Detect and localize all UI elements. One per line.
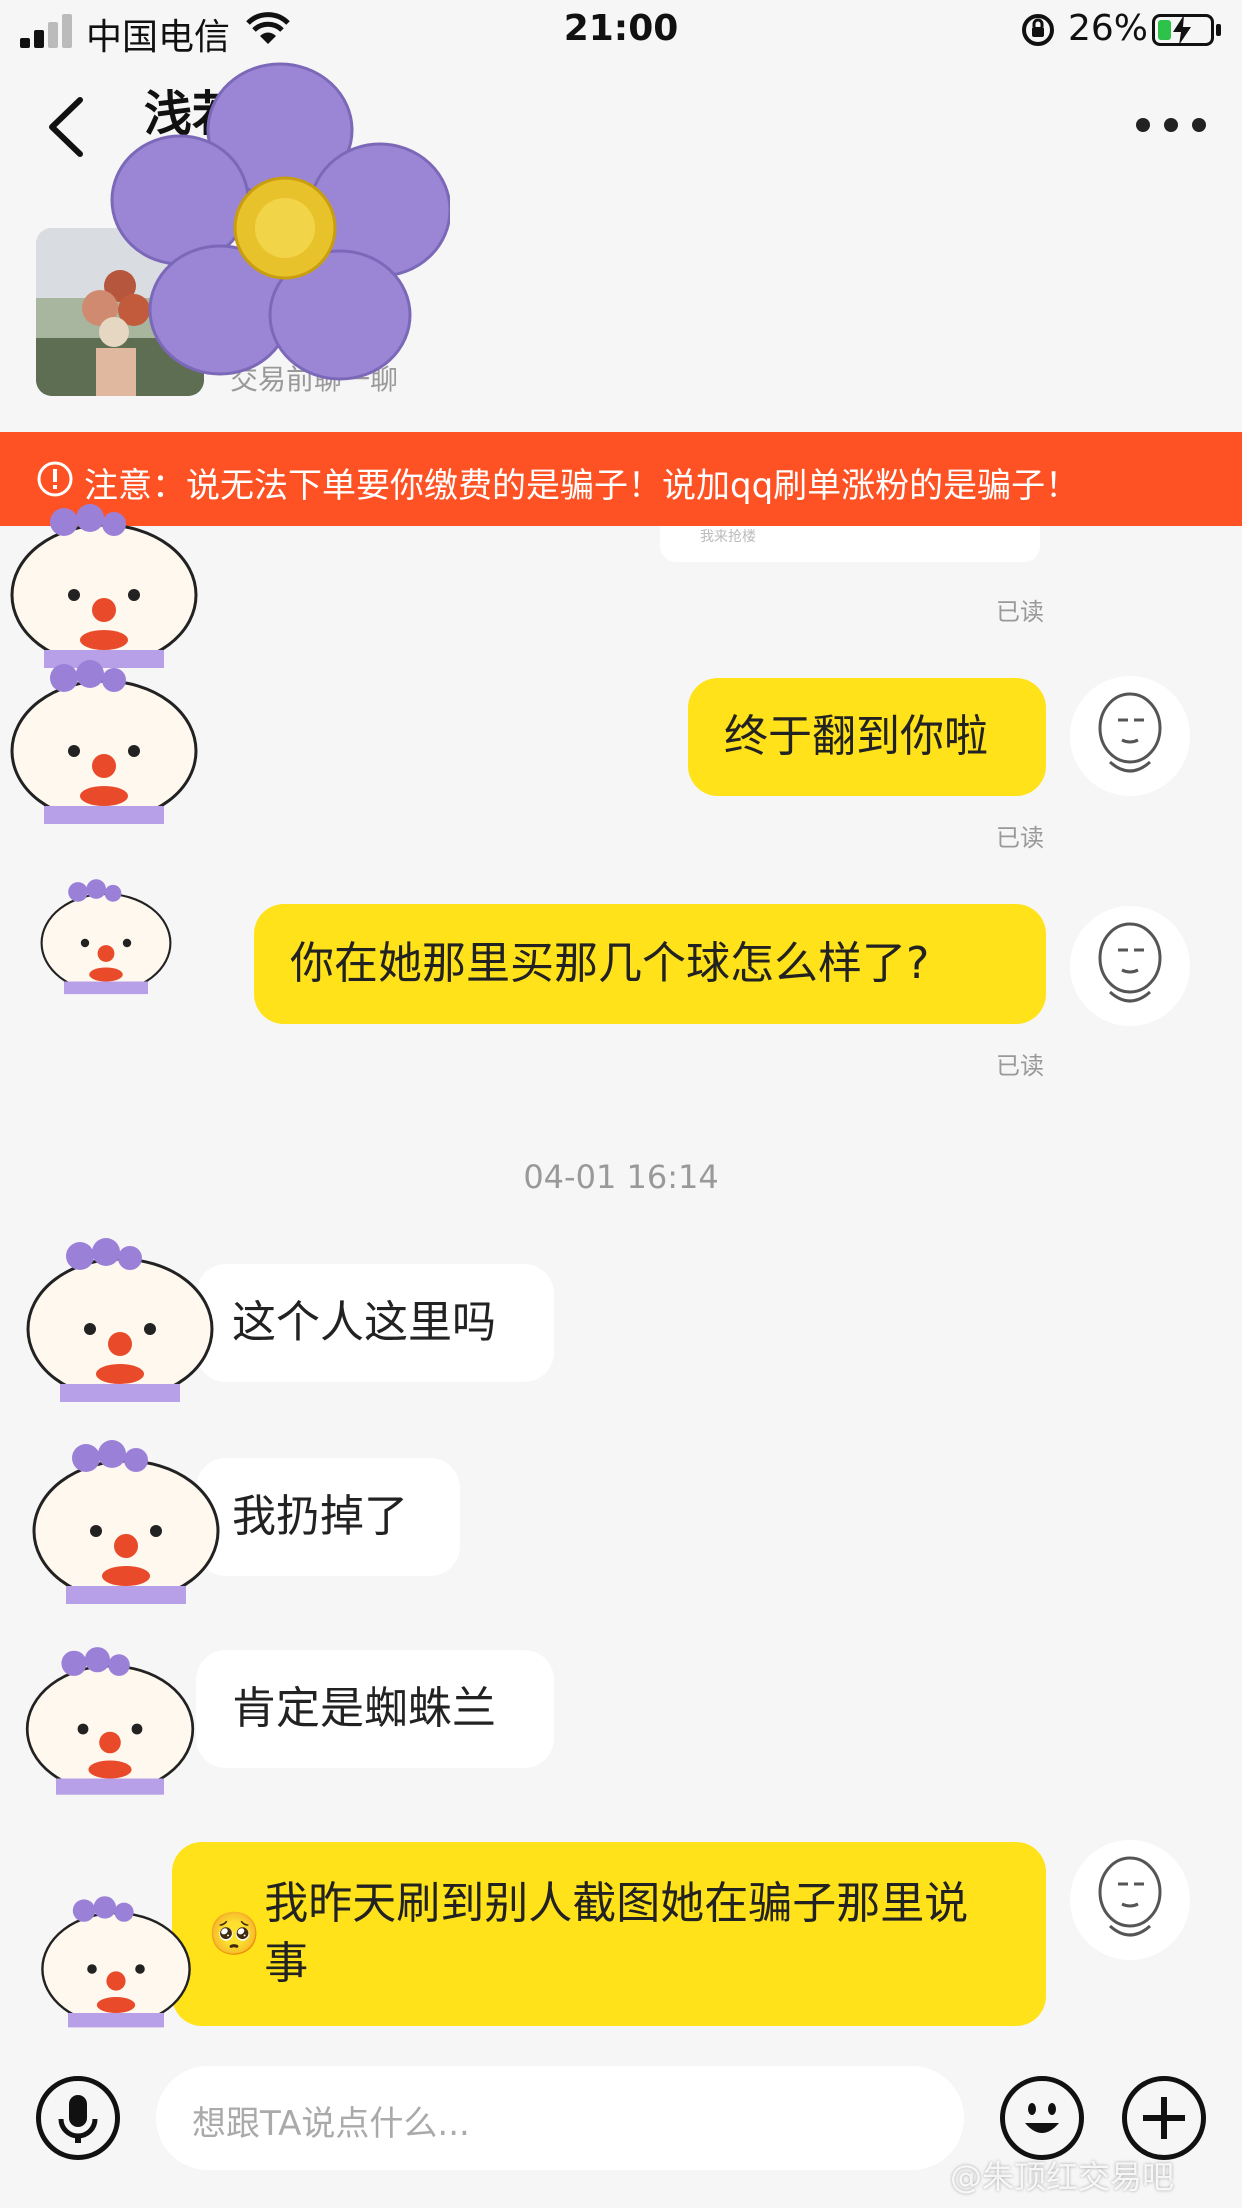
message-text: 我昨天刷到别人截图她在骗子那里说事 <box>264 1878 969 1989</box>
message-bubble-theirs[interactable]: 肯定是蜘蛛兰 <box>196 1650 554 1768</box>
orientation-lock-icon <box>1022 14 1054 46</box>
cat-sticker <box>32 1440 220 1604</box>
input-placeholder: 想跟TA说点什么... <box>192 2104 470 2144</box>
message-bubble-mine[interactable]: 你在她那里买那几个球怎么样了? <box>254 904 1046 1024</box>
battery-icon <box>1152 14 1214 46</box>
cat-sticker <box>25 1647 195 1795</box>
avatar[interactable] <box>1070 906 1190 1026</box>
message-bubble-mine[interactable]: 终于翻到你啦 <box>688 678 1046 796</box>
avatar[interactable] <box>1070 676 1190 796</box>
message-emoji: 🥺 <box>208 1909 261 1958</box>
warning-text: 注意：说无法下单要你缴费的是骗子！说加qq刷单涨粉的是骗子！ <box>84 466 1080 506</box>
cat-sticker <box>40 879 172 995</box>
more-icon[interactable] <box>1124 110 1224 140</box>
alert-icon <box>37 461 73 497</box>
microphone-icon[interactable] <box>36 2076 120 2160</box>
message-bubble-theirs[interactable]: 这个人这里吗 <box>196 1264 554 1382</box>
read-status: 已读 <box>996 598 1044 626</box>
flower-sticker <box>110 62 450 381</box>
battery-percent: 26% <box>1068 8 1149 49</box>
back-button[interactable] <box>40 92 100 162</box>
message-bubble-theirs[interactable]: 我扔掉了 <box>196 1458 460 1576</box>
avatar[interactable] <box>1070 1840 1190 1960</box>
cat-sticker <box>41 1896 191 2028</box>
watermark: @朱顶红交易吧 <box>950 2158 1175 2196</box>
message-bubble-mine[interactable]: 🥺 我昨天刷到别人截图她在骗子那里说事 <box>172 1842 1046 2026</box>
plus-icon[interactable] <box>1122 2076 1206 2160</box>
battery-level <box>1158 20 1171 40</box>
battery-cap <box>1216 24 1221 36</box>
emoji-icon[interactable] <box>1000 2076 1084 2160</box>
cat-sticker <box>26 1238 214 1402</box>
previous-card-text: 我来抢楼 <box>700 529 756 545</box>
cat-sticker <box>10 660 198 824</box>
cat-sticker <box>10 504 198 668</box>
read-status: 已读 <box>996 1052 1044 1080</box>
timestamp: 04-01 16:14 <box>523 1158 719 1196</box>
read-status: 已读 <box>996 824 1044 852</box>
